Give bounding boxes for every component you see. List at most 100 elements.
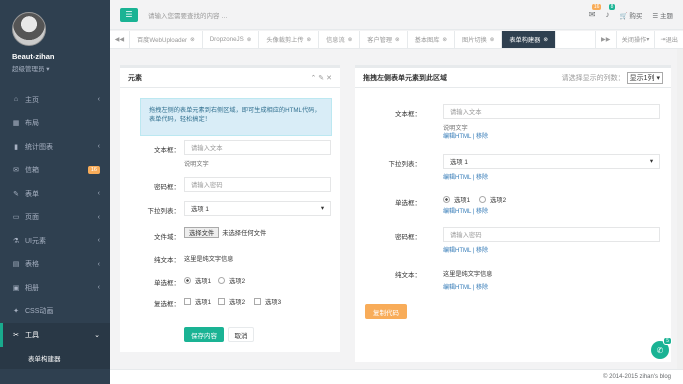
checkbox-option-3[interactable]: 选项3 bbox=[254, 297, 281, 306]
password-input[interactable]: 请输入密码 bbox=[184, 177, 331, 192]
sidebar-item-label: 相册 bbox=[25, 284, 39, 292]
radio-option-1[interactable]: 选项1 bbox=[184, 276, 211, 285]
mail-notify-button[interactable]: ✉ 16 bbox=[588, 4, 602, 19]
menu-toggle-button[interactable]: ☰ bbox=[120, 7, 138, 22]
checkbox[interactable] bbox=[254, 298, 261, 305]
tab-close-icon[interactable]: ⊗ bbox=[190, 37, 195, 43]
remove-link[interactable]: 移除 bbox=[476, 209, 488, 215]
remove-link[interactable]: 移除 bbox=[476, 175, 488, 181]
cancel-button[interactable]: 取消 bbox=[228, 327, 254, 342]
chart-icon: ▮ bbox=[14, 143, 18, 151]
drop-password-actions: 编辑HTML | 移除 bbox=[443, 245, 488, 254]
tab-close-icon[interactable]: ⊗ bbox=[247, 37, 252, 43]
checkbox[interactable] bbox=[184, 298, 191, 305]
tab[interactable]: 图片切换 ⊗ bbox=[455, 31, 503, 48]
tabs-left-button[interactable]: ◀◀ bbox=[110, 31, 130, 48]
edit-html-link[interactable]: 编辑HTML bbox=[443, 285, 471, 291]
edit-html-link[interactable]: 编辑HTML bbox=[443, 209, 471, 215]
tab[interactable]: 客户管理 ⊗ bbox=[360, 31, 408, 48]
select-dropdown[interactable]: 选项 1 ▾ bbox=[184, 201, 331, 216]
search-input[interactable]: 请输入您需要查找的内容 … bbox=[148, 10, 589, 20]
remove-link[interactable]: 移除 bbox=[476, 285, 488, 291]
checkbox-label: 复选框： bbox=[154, 301, 180, 308]
chat-button[interactable]: ✆ 5 bbox=[651, 337, 672, 359]
drop-select-dropdown[interactable]: 选项 1 ▾ bbox=[443, 154, 660, 169]
chevron-up-icon[interactable]: ⌃ bbox=[310, 75, 316, 82]
edit-html-link[interactable]: 编辑HTML bbox=[443, 248, 471, 254]
drop-text-input[interactable]: 请输入文本 bbox=[443, 104, 660, 119]
column-select[interactable]: 显示1列 ▾ bbox=[626, 71, 663, 84]
theme-link[interactable]: ☰ 主题 bbox=[652, 10, 673, 20]
sidebar-item[interactable]: ✎ 表单 ‹ bbox=[0, 182, 110, 206]
sidebar-item[interactable]: ✦ CSS动画 bbox=[0, 300, 110, 324]
avatar[interactable] bbox=[12, 12, 46, 46]
forward-icon: ▶▶ bbox=[601, 36, 611, 43]
checkbox-option-2[interactable]: 选项2 bbox=[218, 297, 245, 306]
radio-checked[interactable] bbox=[184, 277, 191, 284]
sidebar: Beaut-zihan 超级管理员 ▾ ⌂ 主页 ‹ ▦ 布局 ▮ 统计图表 ‹ ✉ 信箱 16 ✎ 表… bbox=[0, 0, 110, 384]
radio-unchecked[interactable] bbox=[218, 277, 225, 284]
bell-notify-button[interactable]: ♪ 8 bbox=[605, 4, 616, 19]
sidebar-item[interactable]: ▮ 统计图表 ‹ bbox=[0, 135, 110, 159]
remove-link[interactable]: 移除 bbox=[476, 248, 488, 254]
envelope-icon: ✉ bbox=[588, 10, 596, 19]
drop-radio-option-2[interactable]: 选项2 bbox=[479, 195, 506, 204]
sidebar-item[interactable]: ▣ 相册 ‹ bbox=[0, 276, 110, 300]
text-input[interactable]: 请输入文本 bbox=[184, 140, 331, 155]
sidebar-item[interactable]: ✉ 信箱 16 bbox=[0, 159, 110, 183]
user-role-label: 超级管理员 bbox=[12, 66, 45, 73]
close-icon[interactable]: ✕ bbox=[326, 75, 332, 82]
radio-option-2[interactable]: 选项2 bbox=[218, 276, 245, 285]
tab-close-icon[interactable]: ⊗ bbox=[442, 37, 447, 43]
checkbox-option-1[interactable]: 选项1 bbox=[184, 297, 211, 306]
buy-link[interactable]: 🛒 购买 bbox=[619, 10, 642, 20]
user-name[interactable]: Beaut-zihan bbox=[12, 52, 110, 61]
tab-close-icon[interactable]: ⊗ bbox=[490, 37, 495, 43]
sidebar-item[interactable]: ✂ 工具 ⌄ bbox=[0, 323, 110, 347]
save-button[interactable]: 保存内容 bbox=[184, 327, 224, 342]
copy-code-button[interactable]: 复制代码 bbox=[365, 304, 407, 319]
checkbox[interactable] bbox=[218, 298, 225, 305]
wrench-icon[interactable]: ✎ bbox=[318, 75, 324, 82]
sidebar-badge: 16 bbox=[87, 166, 100, 175]
sidebar-item[interactable]: ▭ 页面 ‹ bbox=[0, 206, 110, 230]
tab[interactable]: 表单构建器 ⊗ bbox=[502, 31, 556, 48]
sidebar-item[interactable]: ▦ 布局 bbox=[0, 112, 110, 136]
file-status: 未选择任何文件 bbox=[222, 230, 267, 237]
edit-html-link[interactable]: 编辑HTML bbox=[443, 175, 471, 181]
sidebar-item[interactable]: ▤ 表格 ‹ bbox=[0, 253, 110, 277]
tabs-right-button[interactable]: ▶▶ bbox=[595, 31, 616, 48]
chevron-icon: ‹ bbox=[97, 284, 100, 292]
sidebar-item[interactable]: ⚗ UI元素 ‹ bbox=[0, 229, 110, 253]
logout-button[interactable]: ⇥ 退出 bbox=[654, 31, 683, 48]
tab[interactable]: 头像裁剪上传 ⊗ bbox=[259, 31, 320, 48]
tab-close-actions[interactable]: 关闭操作 ▾ bbox=[615, 31, 655, 48]
remove-link[interactable]: 移除 bbox=[476, 134, 488, 140]
sidebar-item[interactable]: ⌂ 主页 ‹ bbox=[0, 88, 110, 112]
text-help: 说明文字 bbox=[184, 161, 209, 168]
tab[interactable]: 百度WebUploader ⊗ bbox=[130, 31, 203, 48]
tab[interactable]: 基本图库 ⊗ bbox=[408, 31, 456, 48]
link-separator: | bbox=[472, 134, 475, 140]
tab-close-icon[interactable]: ⊗ bbox=[543, 37, 548, 43]
tab[interactable]: DropzoneJS ⊗ bbox=[203, 31, 260, 48]
drop-static-text: 这里是纯文字信息 bbox=[443, 271, 493, 278]
drop-password-input[interactable]: 请输入密码 bbox=[443, 227, 660, 242]
drop-radio-option-1[interactable]: 选项1 bbox=[443, 195, 470, 204]
radio-checked[interactable] bbox=[443, 196, 450, 203]
sidebar-subitem-form-builder[interactable]: 表单构建器 bbox=[0, 346, 110, 369]
tool-icon: ✂ bbox=[13, 331, 19, 339]
radio-unchecked[interactable] bbox=[479, 196, 486, 203]
tab-close-icon[interactable]: ⊗ bbox=[348, 37, 353, 43]
tab-close-icon[interactable]: ⊗ bbox=[307, 37, 312, 43]
tab[interactable]: 信息流 ⊗ bbox=[319, 31, 361, 48]
tab-close-icon[interactable]: ⊗ bbox=[395, 37, 400, 43]
edit-html-link[interactable]: 编辑HTML bbox=[443, 134, 471, 140]
sidebar-item-label: 工具 bbox=[25, 331, 39, 339]
file-input[interactable]: 选择文件 未选择任何文件 bbox=[184, 227, 266, 238]
checkbox-option-label: 选项2 bbox=[229, 299, 246, 306]
scrollbar[interactable] bbox=[677, 49, 683, 369]
choose-file-button[interactable]: 选择文件 bbox=[184, 227, 220, 238]
user-role[interactable]: 超级管理员 ▾ bbox=[12, 63, 110, 73]
drop-text-label: 文本框： bbox=[395, 111, 421, 118]
